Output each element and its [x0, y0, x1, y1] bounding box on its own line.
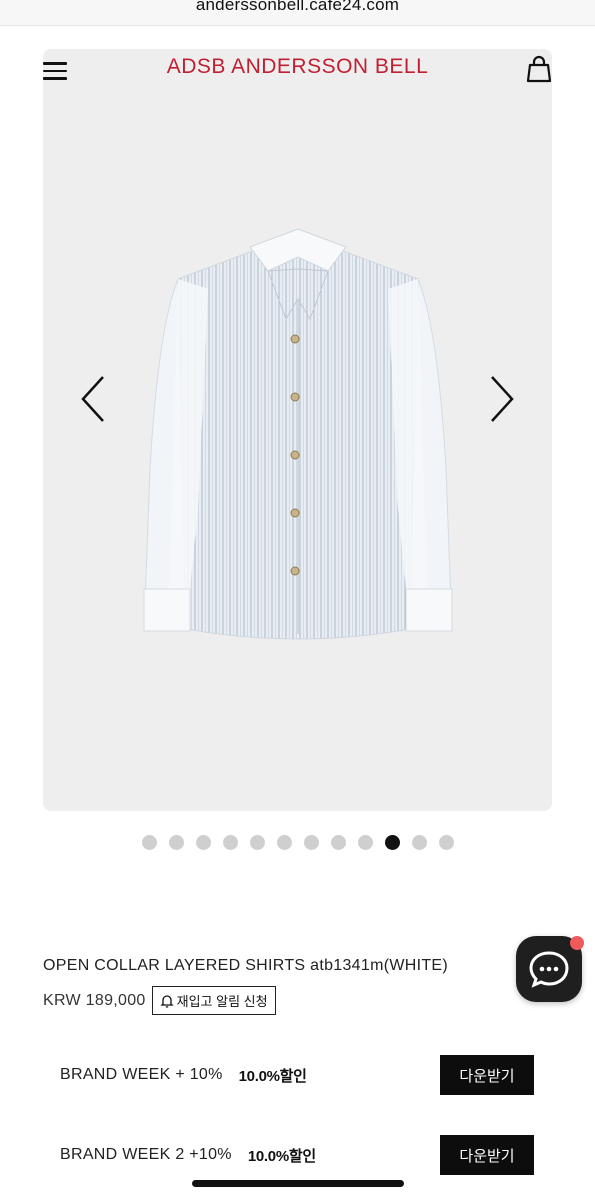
- pagination-dot[interactable]: [249, 835, 265, 850]
- home-indicator[interactable]: [192, 1180, 404, 1187]
- notification-badge: [570, 936, 584, 950]
- coupon-download-button[interactable]: 다운받기: [440, 1055, 534, 1095]
- coupon-row: BRAND WEEK + 10% 10.0%할인 다운받기: [60, 1055, 534, 1095]
- product-image: [138, 209, 458, 649]
- gallery-pagination: [0, 835, 595, 850]
- browser-url-bar[interactable]: anderssonbell.cafe24.com: [0, 0, 595, 26]
- pagination-dot[interactable]: [384, 835, 400, 850]
- pagination-dot[interactable]: [195, 835, 211, 850]
- bell-icon: [160, 994, 174, 1008]
- coupon-rate: 10.0%할인: [247, 1147, 316, 1165]
- product-title: OPEN COLLAR LAYERED SHIRTS atb1341m(WHIT…: [43, 957, 449, 974]
- coupon-row: BRAND WEEK 2 +10% 10.0%할인 다운받기: [60, 1135, 534, 1175]
- shopping-bag-icon[interactable]: [526, 55, 552, 83]
- chevron-left-icon[interactable]: [75, 369, 115, 429]
- coupon-name: BRAND WEEK 2 +10%: [60, 1146, 232, 1163]
- pagination-dot[interactable]: [303, 835, 319, 850]
- coupon-rate: 10.0%할인: [238, 1067, 307, 1085]
- product-price: KRW 189,000: [43, 991, 146, 1009]
- pagination-dot[interactable]: [357, 835, 373, 850]
- coupon-download-button[interactable]: 다운받기: [440, 1135, 534, 1175]
- pagination-dot[interactable]: [276, 835, 292, 850]
- pagination-dot[interactable]: [411, 835, 427, 850]
- chat-button[interactable]: [516, 936, 584, 1002]
- chevron-right-icon[interactable]: [480, 369, 520, 429]
- brand-logo[interactable]: ADSB ANDERSSON BELL: [43, 55, 552, 79]
- restock-alert-button[interactable]: 재입고 알림 신청: [151, 986, 276, 1015]
- pagination-dot[interactable]: [330, 835, 346, 850]
- pagination-dot[interactable]: [222, 835, 238, 850]
- pagination-dot[interactable]: [168, 835, 184, 850]
- chat-bubble-icon: [529, 951, 569, 988]
- coupon-name: BRAND WEEK + 10%: [60, 1066, 223, 1083]
- url-text: anderssonbell.cafe24.com: [195, 0, 400, 14]
- price-row: KRW 189,000 재입고 알림 신청: [43, 986, 276, 1015]
- pagination-dot[interactable]: [141, 835, 157, 850]
- restock-alert-label: 재입고 알림 신청: [176, 994, 268, 1009]
- product-image-gallery[interactable]: ADSB ANDERSSON BELL: [43, 49, 552, 811]
- pagination-dot[interactable]: [438, 835, 454, 850]
